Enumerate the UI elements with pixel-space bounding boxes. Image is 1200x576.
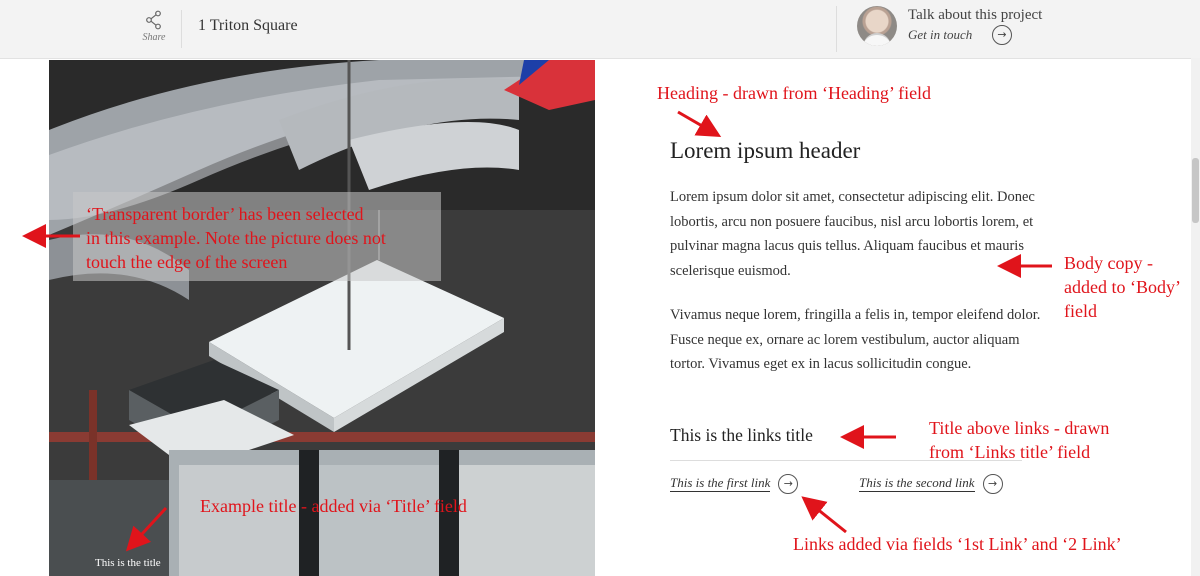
- arrow-to-heading: [677, 110, 722, 138]
- body-paragraph: Vivamus neque lorem, fringilla a felis i…: [670, 307, 1041, 372]
- get-in-touch-label: Get in touch: [908, 27, 973, 42]
- image-title: This is the title: [95, 557, 161, 569]
- divider: [181, 10, 182, 48]
- annotation-body-line1: Body copy -: [1064, 253, 1153, 273]
- annotation-links-title-line2: from ‘Links title’ field: [929, 442, 1091, 462]
- share-button[interactable]: Share: [138, 8, 170, 48]
- first-link-label: This is the first link: [670, 474, 771, 492]
- annotation-body-line3: field: [1064, 301, 1097, 321]
- section-heading: Lorem ipsum header: [670, 138, 861, 163]
- arrow-to-links: [801, 496, 847, 534]
- arrow-circle-icon: →: [778, 474, 799, 494]
- annotation-body-line2: added to ‘Body’: [1064, 277, 1181, 297]
- second-link[interactable]: This is the second link →: [859, 474, 1003, 494]
- share-icon: [146, 10, 161, 30]
- annotation-transparent-line3: touch the edge of the screen: [86, 252, 288, 272]
- first-link[interactable]: This is the first link →: [670, 474, 799, 494]
- scrollbar-thumb[interactable]: [1192, 158, 1199, 223]
- annotation-links-added: Links added via fields ‘1st Link’ and ‘2…: [793, 534, 1122, 554]
- annotation-transparent-line2: in this example. Note the picture does n…: [86, 228, 386, 248]
- share-label: Share: [142, 32, 166, 43]
- header-bar: Share 1 Triton Square Talk about this pr…: [0, 0, 1200, 59]
- project-title: 1 Triton Square: [198, 17, 298, 34]
- second-link-label: This is the second link: [859, 474, 975, 492]
- get-in-touch-link[interactable]: Get in touch →: [908, 25, 1012, 45]
- links-title: This is the links title: [670, 425, 813, 445]
- body-paragraph: Lorem ipsum dolor sit amet, consectetur …: [670, 189, 1035, 279]
- contact-heading: Talk about this project: [908, 7, 1043, 23]
- divider: [836, 6, 837, 52]
- arrow-circle-icon: →: [982, 474, 1003, 494]
- annotation-transparent-line1: ‘Transparent border’ has been selected: [86, 204, 364, 224]
- avatar: [857, 6, 897, 46]
- annotation-heading: Heading - drawn from ‘Heading’ field: [657, 83, 932, 103]
- annotation-links-title-line1: Title above links - drawn: [929, 418, 1110, 438]
- scrollbar[interactable]: [1191, 58, 1200, 576]
- arrow-circle-icon: →: [992, 25, 1012, 45]
- annotation-example-title: Example title - added via ‘Title’ field: [200, 496, 467, 516]
